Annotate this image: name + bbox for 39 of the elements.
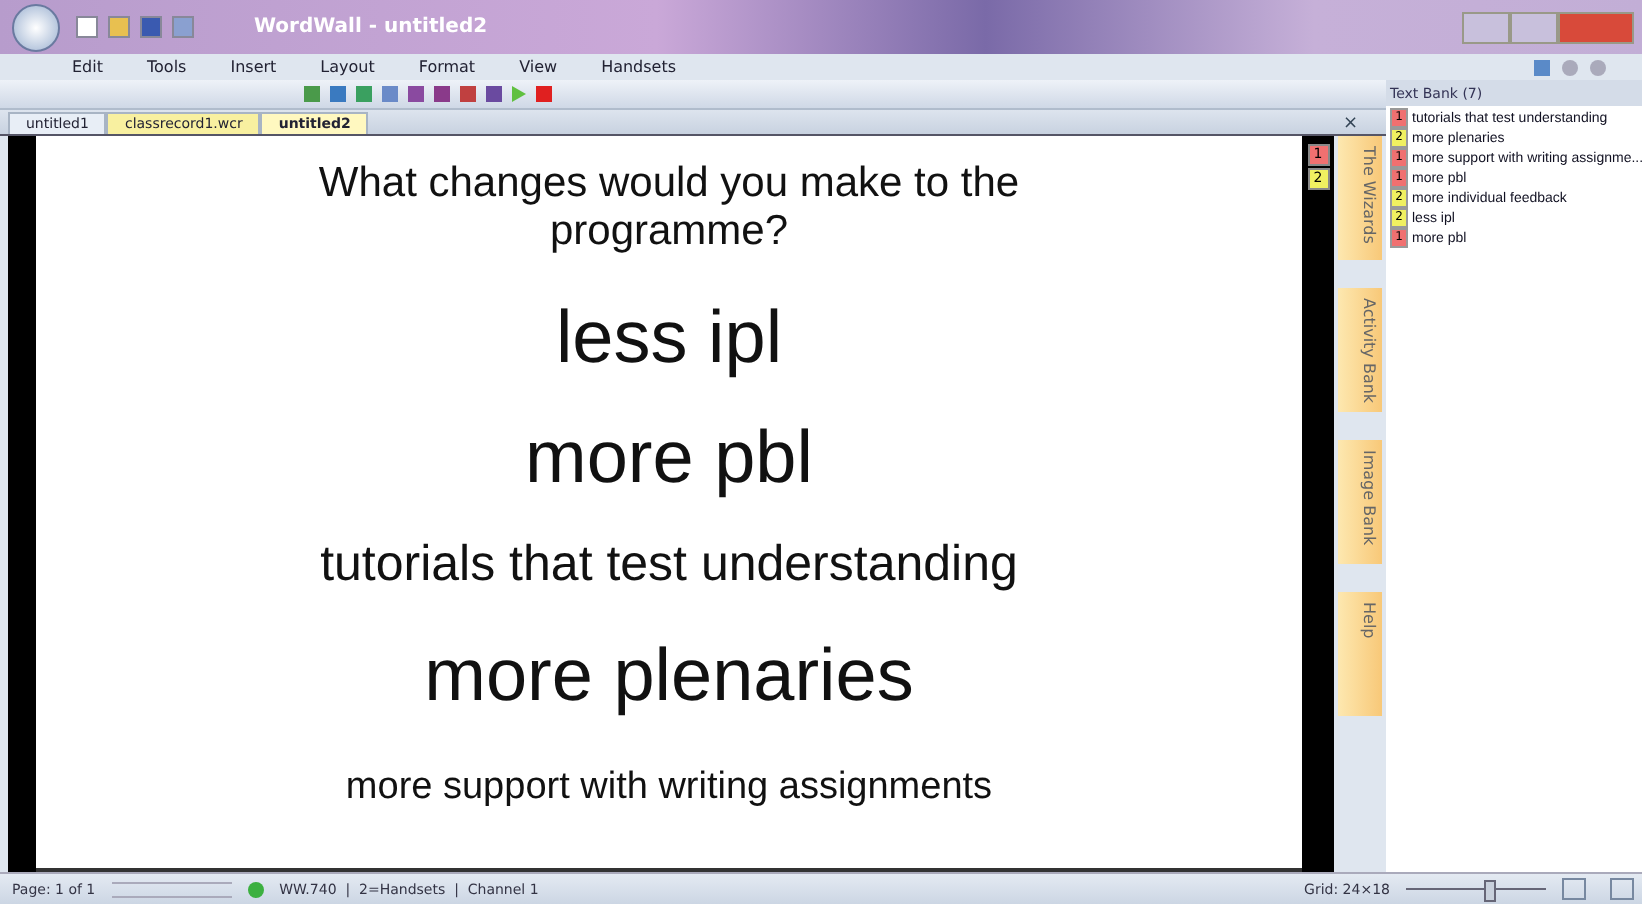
check-icon (247, 881, 264, 897)
toolbar-square-icon[interactable] (434, 86, 450, 102)
menu-item[interactable]: View (519, 58, 558, 76)
toolbar-square-icon[interactable] (486, 86, 502, 102)
word-card-text[interactable]: What changes would you make to the programme? (289, 160, 1049, 257)
word-card-text[interactable]: more support with writing assignments (345, 766, 993, 811)
side-tab[interactable]: Help (1338, 592, 1382, 716)
close-icon[interactable]: × (1342, 114, 1358, 134)
circle-icon[interactable] (1590, 59, 1606, 75)
toolbar-square-icon[interactable] (304, 86, 320, 102)
menu-item[interactable]: Edit (72, 58, 103, 76)
side-tab[interactable]: The Wizards (1338, 136, 1382, 260)
word-card-text[interactable]: less ipl (555, 296, 783, 381)
maximize-button[interactable] (1510, 11, 1558, 43)
side-tab[interactable]: Activity Bank (1338, 288, 1382, 412)
toolbar-square-icon[interactable] (408, 86, 424, 102)
menu-item[interactable]: Tools (147, 58, 187, 76)
menu-item[interactable]: Insert (230, 58, 277, 76)
window-title: WordWall - untitled2 (254, 16, 488, 38)
toolbar-square-icon[interactable] (330, 86, 346, 102)
word-card-text[interactable]: tutorials that test understanding (320, 536, 1018, 595)
word-card-text[interactable]: more pbl (525, 416, 813, 501)
view-icon[interactable] (1610, 878, 1634, 900)
app-logo-icon[interactable] (12, 3, 60, 51)
word-card-text[interactable]: more plenaries (424, 634, 914, 719)
toolbar-square-icon[interactable] (382, 86, 398, 102)
page-navigation-drawing (111, 881, 232, 897)
toolbar-square-icon[interactable] (356, 86, 372, 102)
toolbar-square-icon[interactable] (460, 86, 476, 102)
close-button[interactable] (1558, 11, 1634, 43)
zoom-slider-thumb[interactable] (1484, 880, 1496, 902)
stop-icon[interactable] (536, 86, 552, 102)
view-icon[interactable] (1562, 878, 1586, 900)
side-tab[interactable]: Image Bank (1338, 440, 1382, 564)
menu-item[interactable]: Handsets (601, 58, 677, 76)
menu-item[interactable]: Layout (320, 58, 375, 76)
minimize-button[interactable] (1462, 11, 1510, 43)
menu-item[interactable]: Format (418, 58, 476, 76)
circle-icon[interactable] (1562, 59, 1578, 75)
